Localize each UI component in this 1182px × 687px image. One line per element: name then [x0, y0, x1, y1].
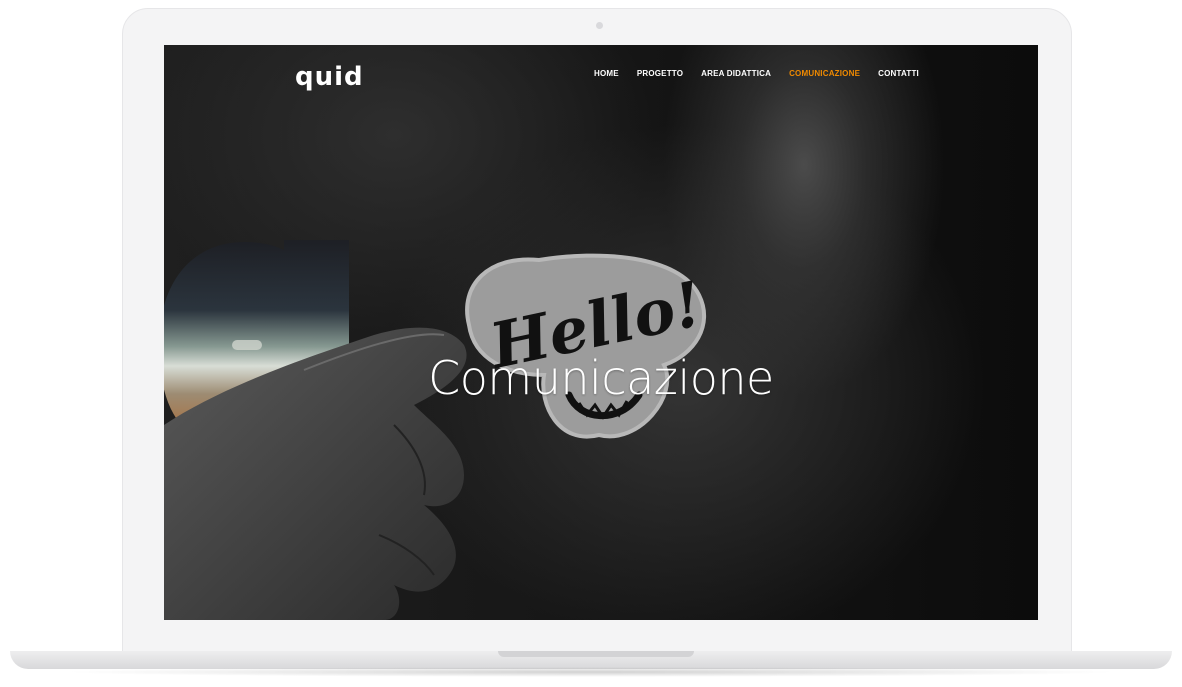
nav-progetto[interactable]: Progetto	[637, 69, 683, 78]
laptop-shadow	[60, 667, 1122, 677]
nav-home[interactable]: Home	[594, 69, 619, 78]
main-nav: Home Progetto Area Didattica Comunicazio…	[594, 69, 937, 78]
laptop-notch	[498, 651, 694, 657]
nav-comunicazione[interactable]: Comunicazione	[789, 69, 860, 78]
nav-area-didattica[interactable]: Area Didattica	[701, 69, 771, 78]
hello-sticker-image: Hello!	[465, 253, 708, 439]
nav-contatti[interactable]: Contatti	[878, 69, 919, 78]
hero-title: Comunicazione	[428, 351, 774, 405]
website-screen: Hello! quid Home Progetto Area Didattica…	[164, 45, 1038, 620]
quid-logo[interactable]: quid	[295, 62, 364, 92]
camera-icon	[596, 22, 603, 29]
